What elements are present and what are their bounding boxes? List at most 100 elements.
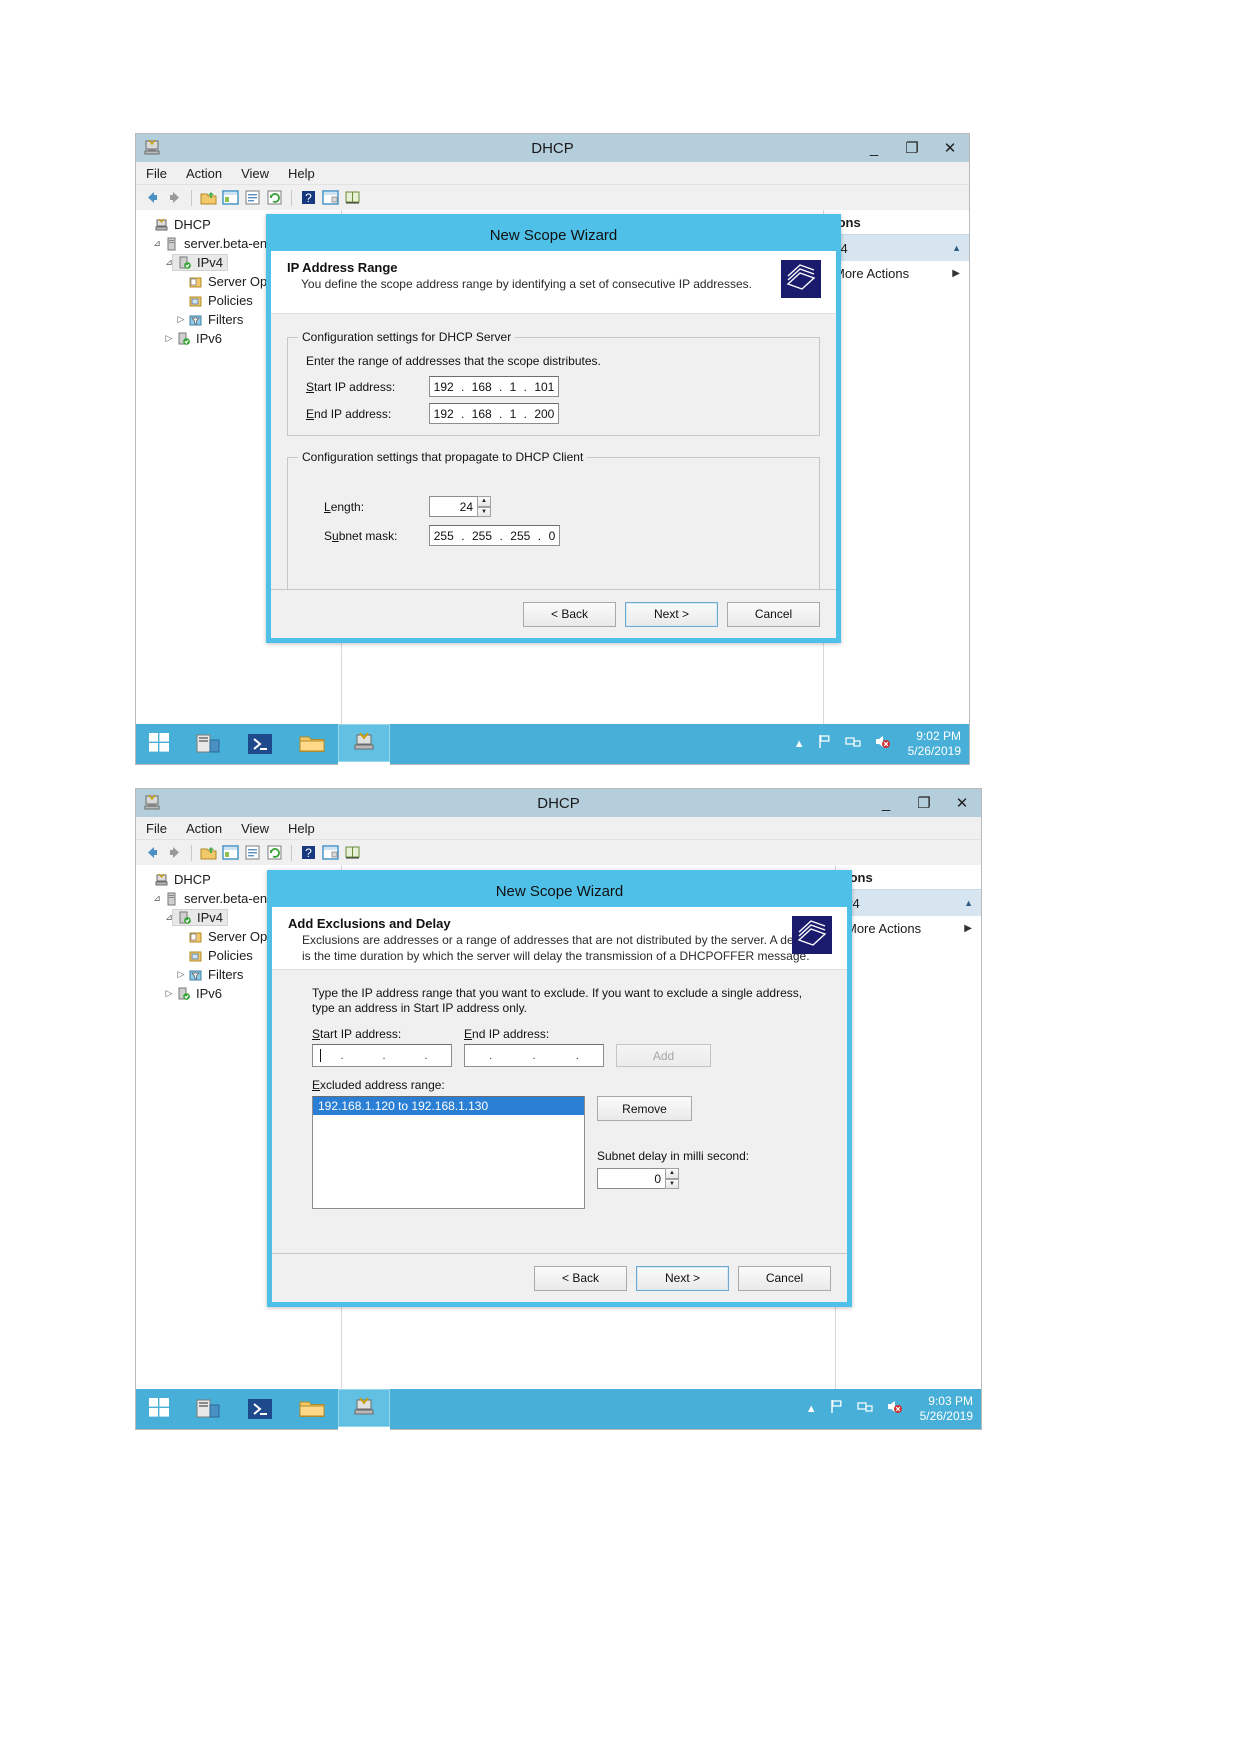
- cancel-button[interactable]: Cancel: [738, 1265, 831, 1291]
- spinner-buttons[interactable]: ▲ ▼: [665, 1168, 679, 1189]
- minimize-button[interactable]: _: [855, 134, 893, 162]
- subnet-delay-spinner[interactable]: 0 ▲ ▼: [597, 1168, 679, 1189]
- exclusion-start-ip-input[interactable]: . . .: [312, 1044, 452, 1067]
- chevron-up-icon[interactable]: ▲: [964, 898, 973, 908]
- server-options-icon: [188, 930, 203, 944]
- properties-icon[interactable]: [243, 843, 262, 862]
- taskbar-app-powershell[interactable]: [234, 725, 286, 763]
- show-hide-actions-icon[interactable]: [321, 188, 340, 207]
- back-arrow-icon[interactable]: [143, 843, 162, 862]
- minimize-button[interactable]: _: [867, 789, 905, 817]
- toolbar-separator: [291, 844, 292, 861]
- properties-icon[interactable]: [243, 188, 262, 207]
- spinner-up-icon[interactable]: ▲: [665, 1168, 679, 1179]
- tree-node-label: IPv4: [197, 910, 224, 925]
- start-button[interactable]: [136, 724, 182, 764]
- actions-scope-header[interactable]: v4 ▲: [837, 889, 981, 916]
- start-button[interactable]: [136, 1389, 182, 1429]
- taskbar-app-server-manager[interactable]: [182, 725, 234, 763]
- tree-node-selected-wrap[interactable]: IPv4: [172, 254, 229, 271]
- actions-pane: ions v4 ▲ More Actions ▶: [825, 210, 969, 730]
- tree-expander[interactable]: ▷: [174, 969, 188, 980]
- spinner-buttons[interactable]: ▲ ▼: [477, 496, 491, 517]
- add-button[interactable]: Add: [616, 1044, 711, 1067]
- show-hide-tree-icon[interactable]: [221, 188, 240, 207]
- list-item[interactable]: 192.168.1.120 to 192.168.1.130: [313, 1097, 584, 1115]
- taskbar-app-dhcp-console[interactable]: [338, 1388, 390, 1430]
- close-button[interactable]: ✕: [943, 789, 981, 817]
- forward-arrow-icon[interactable]: [165, 188, 184, 207]
- up-folder-icon[interactable]: [199, 188, 218, 207]
- back-arrow-icon[interactable]: [143, 188, 162, 207]
- start-ip-octets: 192. 168. 1. 101: [433, 379, 555, 394]
- taskbar-app-dhcp-console[interactable]: [338, 723, 390, 765]
- excluded-range-label: Excluded address range:: [312, 1078, 445, 1092]
- help-icon[interactable]: ?: [299, 188, 318, 207]
- tree-expander[interactable]: ⊿: [150, 238, 164, 249]
- chevron-up-icon[interactable]: ▲: [952, 243, 961, 253]
- refresh-icon[interactable]: [265, 188, 284, 207]
- end-ip-input[interactable]: 192. 168. 1. 200: [429, 403, 559, 424]
- spinner-down-icon[interactable]: ▼: [477, 506, 491, 517]
- menu-view[interactable]: View: [241, 166, 269, 181]
- back-button[interactable]: < Back: [534, 1265, 627, 1291]
- back-button[interactable]: < Back: [523, 601, 616, 627]
- tree-node-label: DHCP: [174, 872, 211, 887]
- menu-file[interactable]: File: [146, 166, 167, 181]
- spinner-up-icon[interactable]: ▲: [477, 496, 491, 507]
- more-actions-label: More Actions: [834, 265, 910, 281]
- exclusion-end-ip-input[interactable]: . . .: [464, 1044, 604, 1067]
- subnet-mask-input[interactable]: 255. 255. 255. 0: [429, 525, 560, 546]
- menu-help[interactable]: Help: [288, 166, 315, 181]
- spinner-down-icon[interactable]: ▼: [665, 1178, 679, 1189]
- tree-node-selected-wrap[interactable]: IPv4: [172, 909, 229, 926]
- restore-button[interactable]: ❐: [893, 134, 931, 162]
- menu-action[interactable]: Action: [186, 821, 222, 836]
- network-icon[interactable]: [856, 1398, 874, 1420]
- volume-muted-icon[interactable]: [873, 733, 891, 755]
- next-button[interactable]: Next >: [625, 601, 718, 627]
- network-icon[interactable]: [844, 733, 862, 755]
- taskbar-app-file-explorer[interactable]: [286, 1390, 338, 1428]
- show-hidden-icons-chevron[interactable]: ▲: [794, 738, 805, 750]
- remove-button[interactable]: Remove: [597, 1096, 692, 1121]
- excluded-address-listbox[interactable]: 192.168.1.120 to 192.168.1.130: [312, 1096, 585, 1209]
- menu-help[interactable]: Help: [288, 821, 315, 836]
- stacked-pages-icon: [791, 915, 833, 955]
- help-icon[interactable]: ?: [299, 843, 318, 862]
- octet-sep-1: .: [489, 1049, 493, 1062]
- more-actions-item[interactable]: More Actions ▶: [825, 261, 969, 285]
- length-spinner[interactable]: 24 ▲ ▼: [429, 496, 491, 517]
- tree-expander[interactable]: ▷: [162, 988, 176, 999]
- show-hidden-icons-chevron[interactable]: ▲: [806, 1403, 817, 1415]
- up-folder-icon[interactable]: [199, 843, 218, 862]
- actions-scope-header[interactable]: v4 ▲: [825, 234, 969, 261]
- server-icon: [164, 892, 179, 906]
- show-hide-actions-icon[interactable]: [321, 843, 340, 862]
- close-button[interactable]: ✕: [931, 134, 969, 162]
- forward-arrow-icon[interactable]: [165, 843, 184, 862]
- export-list-icon[interactable]: [343, 843, 362, 862]
- more-actions-item[interactable]: More Actions ▶: [837, 916, 981, 940]
- tree-expander[interactable]: ▷: [162, 333, 176, 344]
- volume-muted-icon[interactable]: [885, 1398, 903, 1420]
- tree-expander[interactable]: ▷: [174, 314, 188, 325]
- next-button[interactable]: Next >: [636, 1265, 729, 1291]
- export-list-icon[interactable]: [343, 188, 362, 207]
- menu-action[interactable]: Action: [186, 166, 222, 181]
- restore-button[interactable]: ❐: [905, 789, 943, 817]
- taskbar-app-file-explorer[interactable]: [286, 725, 338, 763]
- flag-icon[interactable]: [816, 733, 833, 755]
- tree-expander[interactable]: ⊿: [150, 893, 164, 904]
- menu-view[interactable]: View: [241, 821, 269, 836]
- clock[interactable]: 9:02 PM 5/26/2019: [902, 729, 961, 759]
- flag-icon[interactable]: [828, 1398, 845, 1420]
- cancel-button[interactable]: Cancel: [727, 601, 820, 627]
- clock[interactable]: 9:03 PM 5/26/2019: [914, 1394, 973, 1424]
- refresh-icon[interactable]: [265, 843, 284, 862]
- menu-file[interactable]: File: [146, 821, 167, 836]
- taskbar-app-server-manager[interactable]: [182, 1390, 234, 1428]
- show-hide-tree-icon[interactable]: [221, 843, 240, 862]
- start-ip-input[interactable]: 192. 168. 1. 101: [429, 376, 559, 397]
- taskbar-app-powershell[interactable]: [234, 1390, 286, 1428]
